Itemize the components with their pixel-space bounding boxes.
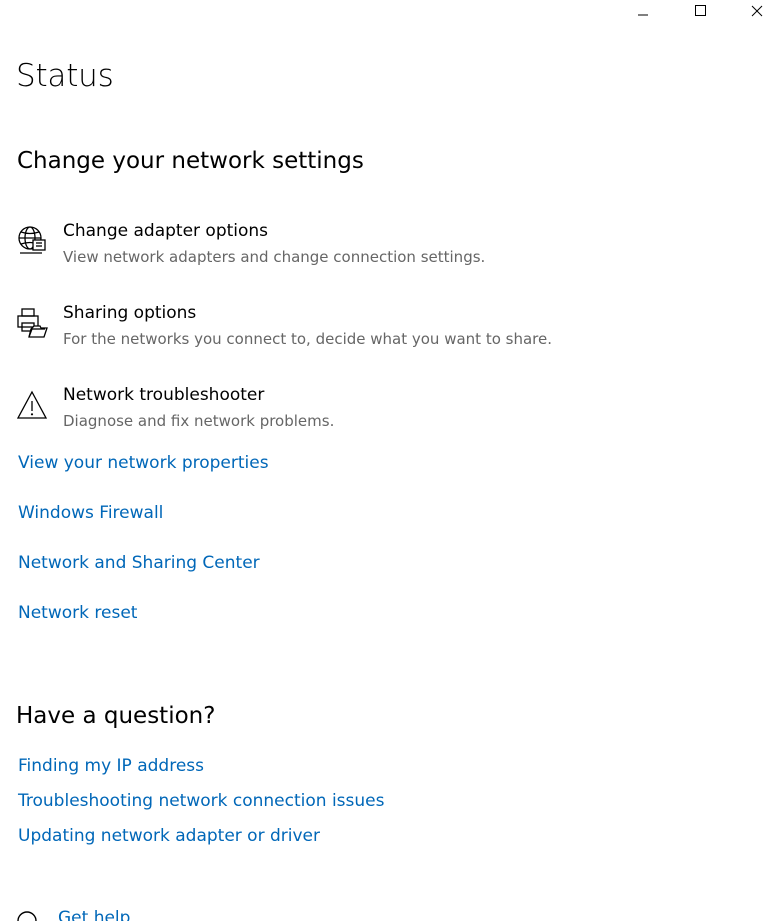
option-title: Sharing options — [63, 303, 197, 323]
section-heading-change-settings: Change your network settings — [17, 148, 364, 174]
link-windows-firewall[interactable]: Windows Firewall — [18, 503, 163, 523]
link-troubleshooting-connection[interactable]: Troubleshooting network connection issue… — [18, 791, 384, 811]
close-button[interactable] — [734, 0, 780, 22]
sharing-printer-icon — [17, 308, 48, 338]
sharing-options[interactable]: Sharing options For the networks you con… — [16, 303, 716, 363]
adapter-globe-icon — [18, 226, 46, 254]
link-updating-adapter-driver[interactable]: Updating network adapter or driver — [18, 826, 320, 846]
link-finding-ip-address[interactable]: Finding my IP address — [18, 756, 204, 776]
help-chat-icon — [17, 911, 37, 921]
maximize-button[interactable] — [677, 0, 723, 22]
maximize-icon — [695, 5, 706, 16]
get-help-link[interactable]: Get help — [16, 906, 216, 921]
network-troubleshooter[interactable]: Network troubleshooter Diagnose and fix … — [16, 385, 716, 445]
get-help-label: Get help — [58, 908, 131, 921]
warning-triangle-icon — [16, 390, 48, 419]
close-icon — [751, 5, 763, 17]
minimize-button[interactable] — [620, 0, 666, 22]
link-network-reset[interactable]: Network reset — [18, 603, 137, 623]
change-adapter-options[interactable]: Change adapter options View network adap… — [16, 221, 716, 281]
page-title: Status — [16, 58, 114, 94]
option-title: Network troubleshooter — [63, 385, 265, 405]
option-description: View network adapters and change connect… — [63, 248, 486, 266]
option-description: Diagnose and fix network problems. — [63, 412, 335, 430]
link-network-sharing-center[interactable]: Network and Sharing Center — [18, 553, 260, 573]
minimize-icon — [638, 14, 648, 16]
settings-window: Status Change your network settings Chan… — [0, 0, 780, 921]
option-description: For the networks you connect to, decide … — [63, 330, 552, 348]
link-view-network-properties[interactable]: View your network properties — [18, 453, 269, 473]
section-heading-question: Have a question? — [16, 703, 216, 729]
option-title: Change adapter options — [63, 221, 269, 241]
